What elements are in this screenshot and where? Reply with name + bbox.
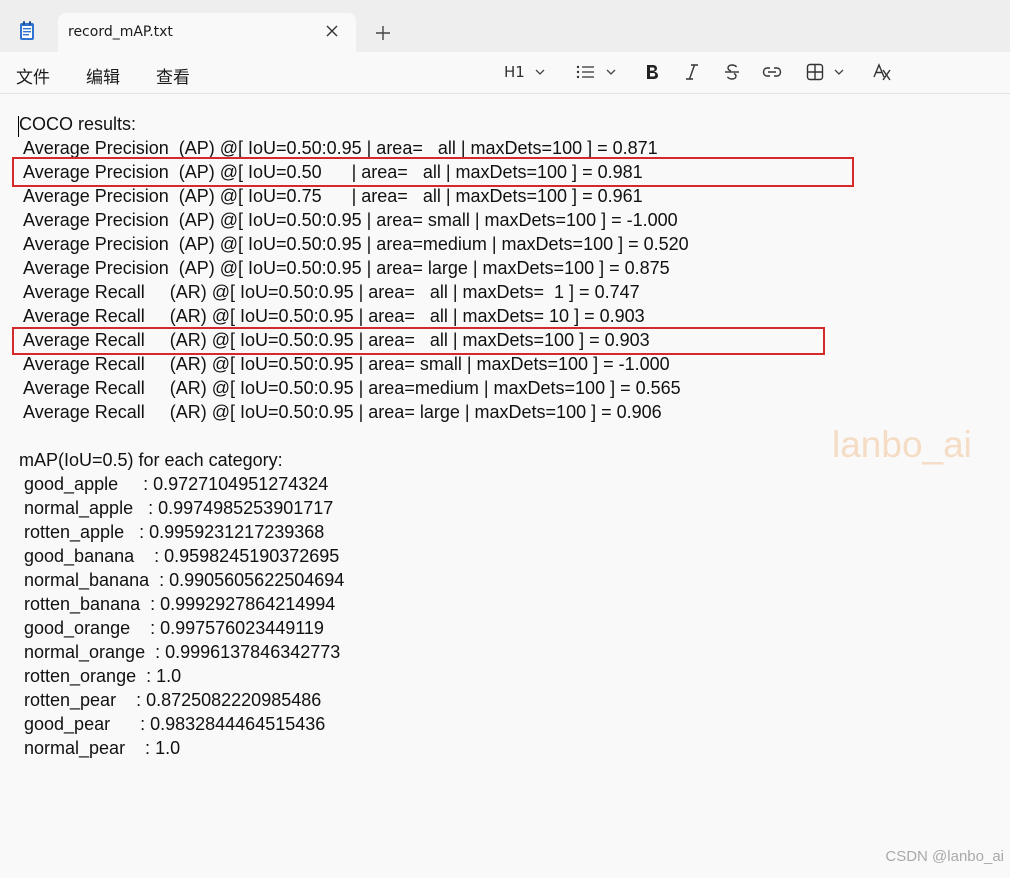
- heading-dropdown[interactable]: H1: [504, 61, 547, 83]
- text-editor[interactable]: COCO results: Average Precision (AP) @[ …: [0, 94, 1010, 878]
- strikethrough-button[interactable]: [724, 61, 740, 83]
- close-icon[interactable]: [324, 23, 340, 39]
- text-line: good_banana : 0.9598245190372695: [19, 546, 340, 566]
- clear-formatting-icon: [873, 63, 891, 81]
- text-line: Average Recall (AR) @[ IoU=0.50:0.95 | a…: [19, 354, 670, 374]
- text-line: normal_orange : 0.9996137846342773: [19, 642, 341, 662]
- text-line: normal_pear : 1.0: [19, 738, 181, 758]
- table-dropdown[interactable]: [806, 61, 846, 83]
- text-line: Average Recall (AR) @[ IoU=0.50:0.95 | a…: [19, 378, 681, 398]
- chevron-down-icon: [535, 69, 545, 75]
- text-line: Average Recall (AR) @[ IoU=0.50:0.95 | a…: [19, 402, 662, 422]
- menu-bar: 文件 编辑 查看 H1: [0, 52, 1010, 94]
- text-line: Average Precision (AP) @[ IoU=0.50:0.95 …: [19, 234, 689, 254]
- tab-record-map[interactable]: record_mAP.txt: [58, 13, 356, 52]
- text-line: normal_apple : 0.9974985253901717: [19, 498, 334, 518]
- menu-file[interactable]: 文件: [16, 63, 50, 88]
- menu-view[interactable]: 查看: [156, 63, 190, 88]
- bold-icon: [647, 65, 658, 79]
- text-line: Average Recall (AR) @[ IoU=0.50:0.95 | a…: [19, 306, 645, 326]
- link-icon: [762, 67, 782, 77]
- text-line: good_apple : 0.9727104951274324: [19, 474, 329, 494]
- heading-label: H1: [504, 63, 525, 81]
- text-line: Average Precision (AP) @[ IoU=0.75 | are…: [19, 186, 643, 206]
- notepad-icon: [16, 20, 38, 42]
- text-line: Average Recall (AR) @[ IoU=0.50:0.95 | a…: [19, 282, 640, 302]
- menu-edit[interactable]: 编辑: [86, 63, 120, 88]
- tab-title: record_mAP.txt: [68, 24, 173, 40]
- text-line: normal_banana : 0.9905605622504694: [19, 570, 345, 590]
- chevron-down-icon: [606, 69, 616, 75]
- text-line: rotten_orange : 1.0: [19, 666, 182, 686]
- tab-bar: record_mAP.txt: [0, 0, 1010, 52]
- plus-icon: [376, 26, 390, 40]
- strikethrough-icon: [725, 64, 739, 80]
- text-line: mAP(IoU=0.5) for each category:: [19, 450, 283, 470]
- text-line: rotten_apple : 0.9959231217239368: [19, 522, 325, 542]
- new-tab-button[interactable]: [374, 24, 392, 42]
- watermark-text: lanbo_ai: [832, 424, 972, 465]
- list-icon: [576, 65, 594, 79]
- chevron-down-icon: [834, 69, 844, 75]
- text-line: good_pear : 0.9832844464515436: [19, 714, 326, 734]
- bold-button[interactable]: [644, 61, 660, 83]
- text-line: rotten_banana : 0.9992927864214994: [19, 594, 336, 614]
- clear-formatting-button[interactable]: [872, 61, 894, 83]
- highlight-box-ap50: [12, 157, 854, 187]
- text-line: Average Precision (AP) @[ IoU=0.50:0.95 …: [19, 210, 678, 230]
- link-button[interactable]: [762, 61, 782, 83]
- list-dropdown[interactable]: [576, 61, 618, 83]
- text-line: Average Precision (AP) @[ IoU=0.50:0.95 …: [19, 258, 670, 278]
- table-icon: [806, 63, 824, 81]
- text-line: good_orange : 0.997576023449119: [19, 618, 324, 638]
- csdn-watermark: CSDN @lanbo_ai: [885, 848, 1004, 865]
- italic-button[interactable]: [684, 61, 700, 83]
- italic-icon: [686, 64, 698, 80]
- highlight-box-ar100: [12, 327, 825, 355]
- text-line: rotten_pear : 0.8725082220985486: [19, 690, 322, 710]
- text-line: COCO results:: [19, 114, 137, 134]
